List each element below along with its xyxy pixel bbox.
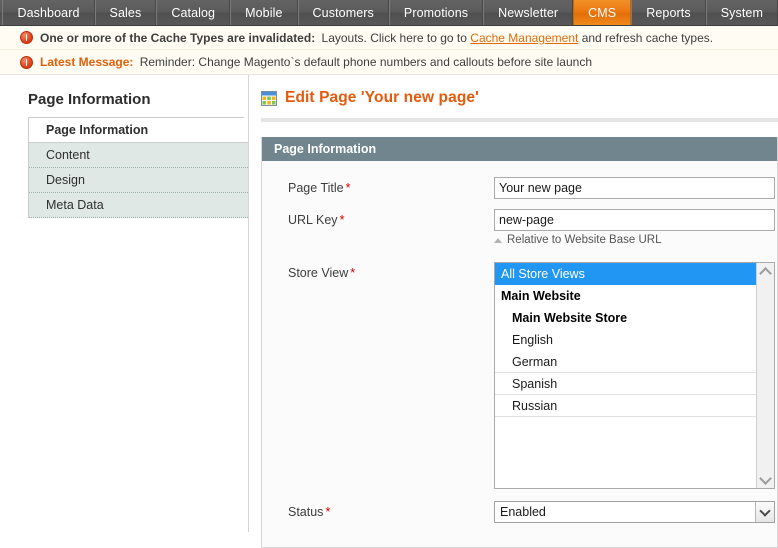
store-view-option-russian[interactable]: Russian (495, 395, 756, 417)
nav-item-customers[interactable]: Customers (297, 0, 389, 25)
url-key-input[interactable] (494, 209, 775, 231)
status-select-value: Enabled (500, 505, 546, 519)
required-marker: * (325, 505, 331, 519)
nav-item-newsletter[interactable]: Newsletter (483, 0, 574, 25)
alert-circle-icon (20, 55, 33, 69)
nav-item-promotions[interactable]: Promotions (388, 0, 484, 25)
page-title-label: Page Title * (288, 177, 494, 195)
page-title-input[interactable] (494, 177, 775, 199)
nav-item-system[interactable]: System (705, 0, 778, 25)
latest-message: Latest Message: Reminder: Change Magento… (0, 50, 778, 75)
nav-item-mobile[interactable]: Mobile (230, 0, 298, 25)
triangle-up-icon (494, 237, 502, 243)
store-view-multiselect[interactable]: All Store Views Main Website Main Websit… (494, 262, 775, 489)
page-title-control (494, 177, 777, 199)
url-key-hint-text: Relative to Website Base URL (507, 234, 662, 246)
grid-table-icon (261, 90, 277, 106)
nav-item-catalog[interactable]: Catalog (156, 0, 231, 25)
status-select[interactable]: Enabled (494, 501, 775, 523)
main-content: Edit Page 'Your new page' Page Informati… (249, 75, 778, 548)
required-marker: * (345, 181, 351, 195)
nav-item-reports[interactable]: Reports (631, 0, 706, 25)
store-view-option-german[interactable]: German (495, 351, 756, 373)
sidebar-item-content[interactable]: Content (29, 143, 248, 168)
nav-item-cms[interactable]: CMS (573, 0, 632, 25)
content-wrapper: Page Information Page Information Conten… (0, 75, 778, 548)
chevron-down-icon (759, 471, 772, 485)
cache-message-text-before: Layouts. Click here to go to (318, 30, 471, 45)
store-view-group-main-website: Main Website (501, 289, 581, 303)
nav-item-dashboard[interactable]: Dashboard (2, 0, 95, 25)
store-view-scrollbar[interactable] (756, 263, 774, 488)
required-marker: * (350, 266, 356, 280)
cache-invalidated-message: One or more of the Cache Types are inval… (0, 26, 778, 50)
field-row-page-title: Page Title * (262, 177, 777, 199)
store-view-label-text: Store View (288, 266, 349, 280)
field-row-status: Status * Enabled (262, 501, 777, 523)
cache-message-strong: One or more of the Cache Types are inval… (40, 30, 316, 45)
page-header: Edit Page 'Your new page' (261, 89, 778, 122)
store-view-option-english[interactable]: English (495, 329, 756, 351)
store-view-group-main-website-store: Main Website Store (512, 311, 628, 325)
store-view-option-list: All Store Views Main Website Main Websit… (495, 263, 756, 488)
store-view-option-spanish[interactable]: Spanish (495, 373, 756, 395)
alert-circle-icon (20, 31, 33, 44)
status-select-arrow[interactable] (755, 502, 774, 522)
store-view-label: Store View * (288, 262, 494, 280)
sidebar-item-meta-data[interactable]: Meta Data (29, 193, 248, 218)
latest-message-text: Reminder: Change Magento`s default phone… (136, 55, 592, 69)
main-navigation: Dashboard Sales Catalog Mobile Customers… (0, 0, 778, 26)
store-view-control: All Store Views Main Website Main Websit… (494, 262, 777, 489)
sidebar-title: Page Information (28, 91, 244, 118)
chevron-up-icon (759, 266, 772, 280)
status-control: Enabled (494, 501, 777, 523)
sidebar-menu: Page Information Content Design Meta Dat… (28, 118, 248, 218)
url-key-hint: Relative to Website Base URL (494, 234, 777, 246)
status-label-text: Status (288, 505, 324, 519)
page-title: Edit Page 'Your new page' (285, 89, 479, 106)
scroll-down-button[interactable] (757, 471, 774, 488)
notification-area: One or more of the Cache Types are inval… (0, 26, 778, 75)
page-title-label-text: Page Title (288, 181, 344, 195)
sidebar-item-page-information[interactable]: Page Information (29, 118, 248, 143)
cache-management-link[interactable]: Cache Management (470, 31, 578, 45)
status-label: Status * (288, 501, 494, 519)
chevron-down-icon (759, 504, 771, 517)
panel-header: Page Information (262, 137, 777, 161)
url-key-label-text: URL Key (288, 213, 338, 227)
store-view-option-all-store-views[interactable]: All Store Views (495, 263, 756, 285)
sidebar: Page Information Page Information Conten… (0, 75, 249, 532)
page-information-panel: Page Information Page Title* URL Key* (261, 137, 778, 548)
required-marker: * (339, 213, 345, 227)
sidebar-item-design[interactable]: Design (29, 168, 248, 193)
nav-item-sales[interactable]: Sales (94, 0, 157, 25)
url-key-label: URL Key * (288, 209, 494, 227)
url-key-control: Relative to Website Base URL (494, 209, 777, 246)
field-row-store-view: Store View * All Store Views Main Website… (262, 262, 777, 489)
field-row-url-key: URL Key* Relative to Website Base URL (262, 209, 777, 246)
scroll-up-button[interactable] (757, 263, 774, 280)
latest-message-strong: Latest Message: (40, 55, 134, 69)
cache-message-text-after: and refresh cache types. (578, 30, 714, 45)
panel-body: Page Title* URL Key* Relat (262, 161, 777, 547)
